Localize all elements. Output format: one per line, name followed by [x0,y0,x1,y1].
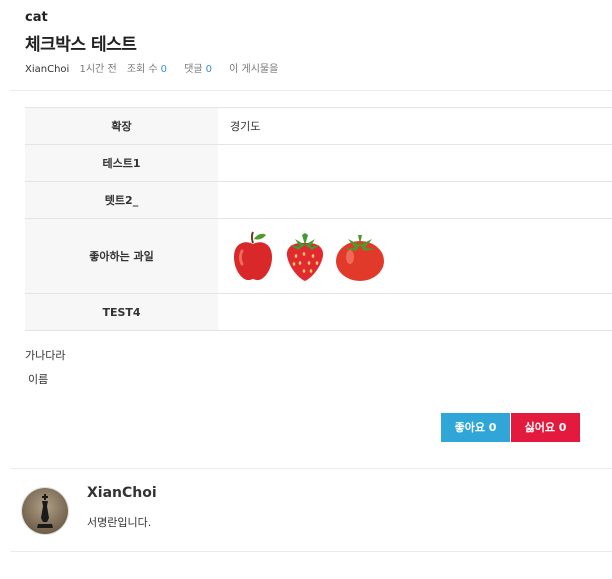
tomato-icon [336,235,384,281]
field-label: 테스트1 [25,144,218,182]
fruit-icons [230,229,612,283]
post-title: 체크박스 테스트 [25,35,137,55]
field-value [218,293,612,331]
strawberry-icon [286,233,324,281]
field-value [218,181,612,219]
footer-divider [10,551,612,552]
table-row: 테스트1 [25,144,612,182]
comments-label: 댓글 [184,64,203,75]
field-label: 좋아하는 과일 [25,218,218,294]
permalink-link[interactable]: 이 게시물을 [229,64,278,75]
signature-text: 서명란입니다. [87,516,152,529]
chess-king-icon [22,488,68,534]
avatar [21,487,69,535]
field-value [218,218,612,294]
views-count: 0 [160,64,167,75]
comments-count: 0 [205,64,212,75]
signature-divider [10,468,612,469]
post-comments: 댓글 0 [184,64,219,75]
extra-fields-table: 확장 경기도 테스트1 텟트2_ 좋아하는 과일 TEST4 [25,107,612,331]
content-text-line: 이름 [28,373,49,386]
post-author[interactable]: XianChoi [25,64,69,75]
field-label: TEST4 [25,293,218,331]
dislike-button[interactable]: 싫어요 0 [511,413,580,442]
table-row: 확장 경기도 [25,107,612,145]
field-label: 텟트2_ [25,181,218,219]
post-time: 1시간 전 [79,64,117,75]
apple-icon [234,231,272,281]
signature-name[interactable]: XianChoi [87,485,157,501]
post-views: 조회 수0 [127,64,174,75]
header-divider [10,90,612,91]
field-value [218,144,612,182]
table-row: TEST4 [25,293,612,331]
field-value: 경기도 [218,107,612,145]
like-button[interactable]: 좋아요 0 [441,413,510,442]
table-row: 좋아하는 과일 [25,218,612,294]
post-meta: XianChoi 1시간 전 조회 수0 댓글 0 이 게시물을 [25,60,285,75]
table-row: 텟트2_ [25,181,612,219]
field-label: 확장 [25,107,218,145]
content-text-line: 가나다라 [25,349,66,362]
views-label: 조회 수 [126,64,158,75]
post-category[interactable]: cat [25,10,48,25]
